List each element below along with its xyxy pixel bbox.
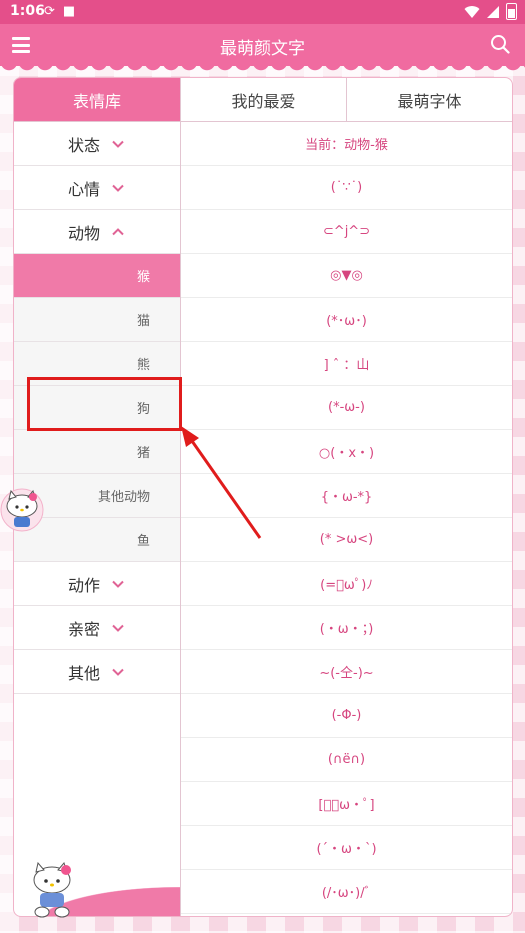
sync-icon: ⟳	[44, 4, 55, 19]
category-mood[interactable]: 心情	[14, 166, 180, 210]
category-status[interactable]: 状态	[14, 122, 180, 166]
app-bar: 最萌颜文字	[0, 24, 525, 66]
status-time: 1:06	[10, 3, 45, 19]
kitty-float-button-icon[interactable]	[0, 484, 46, 532]
emoticon-item[interactable]: (-Φ-)	[181, 694, 512, 738]
current-category-label: 当前：动物-猴	[181, 122, 512, 166]
main-card: 表情库 我的最爱 最萌字体 状态 心情 动物 猴 猫 熊 狗 猪 其他动物 鱼 …	[13, 77, 513, 917]
emoticon-item[interactable]: ⊂^j^⊃	[181, 210, 512, 254]
chevron-down-icon	[112, 140, 124, 148]
category-action[interactable]: 动作	[14, 562, 180, 606]
scallop-border	[0, 62, 525, 72]
category-label: 亲密	[67, 619, 100, 639]
tab-cute-fonts[interactable]: 最萌字体	[346, 78, 512, 121]
app-title: 最萌颜文字	[220, 39, 305, 59]
category-intimate[interactable]: 亲密	[14, 606, 180, 650]
tab-emoticon-library[interactable]: 表情库	[14, 78, 180, 121]
emoticon-item[interactable]: (*･ω･)	[181, 298, 512, 342]
emoticon-item[interactable]: (/･ω･)/ﾞ	[181, 870, 512, 914]
emoticon-item[interactable]: (=ﾟωﾟ)ﾉ	[181, 562, 512, 606]
category-label: 动作	[67, 575, 100, 595]
emoticon-item[interactable]: (∩ë∩)	[181, 738, 512, 782]
status-bar: 1:06 ⟳ ■	[0, 0, 525, 24]
system-indicators	[464, 3, 517, 20]
annotation-highlight-box	[27, 377, 182, 431]
emoticon-item[interactable]: (* >ω<)	[181, 518, 512, 562]
category-label: 状态	[67, 135, 100, 155]
chevron-down-icon	[112, 184, 124, 192]
chevron-down-icon	[112, 668, 124, 676]
category-label: 动物	[67, 223, 100, 243]
subcategory-monkey[interactable]: 猴	[14, 254, 180, 298]
emoticon-item[interactable]: ◎▼◎	[181, 254, 512, 298]
category-animal[interactable]: 动物	[14, 210, 180, 254]
search-icon[interactable]	[490, 34, 510, 54]
wifi-icon	[464, 5, 480, 18]
tab-my-favorites[interactable]: 我的最爱	[180, 78, 346, 121]
notification-icons: ⟳ ■	[44, 4, 75, 19]
emoticon-item[interactable]: {・ω-*}	[181, 474, 512, 518]
category-other[interactable]: 其他	[14, 650, 180, 694]
category-label: 心情	[67, 179, 100, 199]
emoticon-item[interactable]: (・ω・；)	[181, 606, 512, 650]
chevron-up-icon	[112, 227, 124, 235]
chevron-down-icon	[112, 580, 124, 588]
subcategory-pig[interactable]: 猪	[14, 430, 180, 474]
emoticon-item[interactable]: ] ˆ ：山	[181, 342, 512, 386]
emoticon-item[interactable]: ~(-仝-)~	[181, 650, 512, 694]
notification-square-icon: ■	[62, 4, 76, 19]
kitty-mascot-icon	[33, 862, 71, 918]
category-label: 其他	[67, 663, 100, 683]
emoticon-item[interactable]: ○(・x・)	[181, 430, 512, 474]
emoticon-item[interactable]: (*-ω-)	[181, 386, 512, 430]
chevron-down-icon	[112, 624, 124, 632]
emoticon-item[interactable]: (´・ω・`)	[181, 826, 512, 870]
emoticon-list: 当前：动物-猴 (˙∵˙) ⊂^j^⊃ ◎▼◎ (*･ω･) ] ˆ ：山 (*…	[181, 122, 512, 916]
emoticon-item[interactable]: (˙∵˙)	[181, 166, 512, 210]
subcategory-cat[interactable]: 猫	[14, 298, 180, 342]
tab-bar: 表情库 我的最爱 最萌字体	[14, 78, 512, 122]
battery-icon	[506, 3, 517, 20]
cellular-signal-icon	[487, 5, 499, 18]
emoticon-item[interactable]: [ﾟ・ω・ﾟ]	[181, 782, 512, 826]
